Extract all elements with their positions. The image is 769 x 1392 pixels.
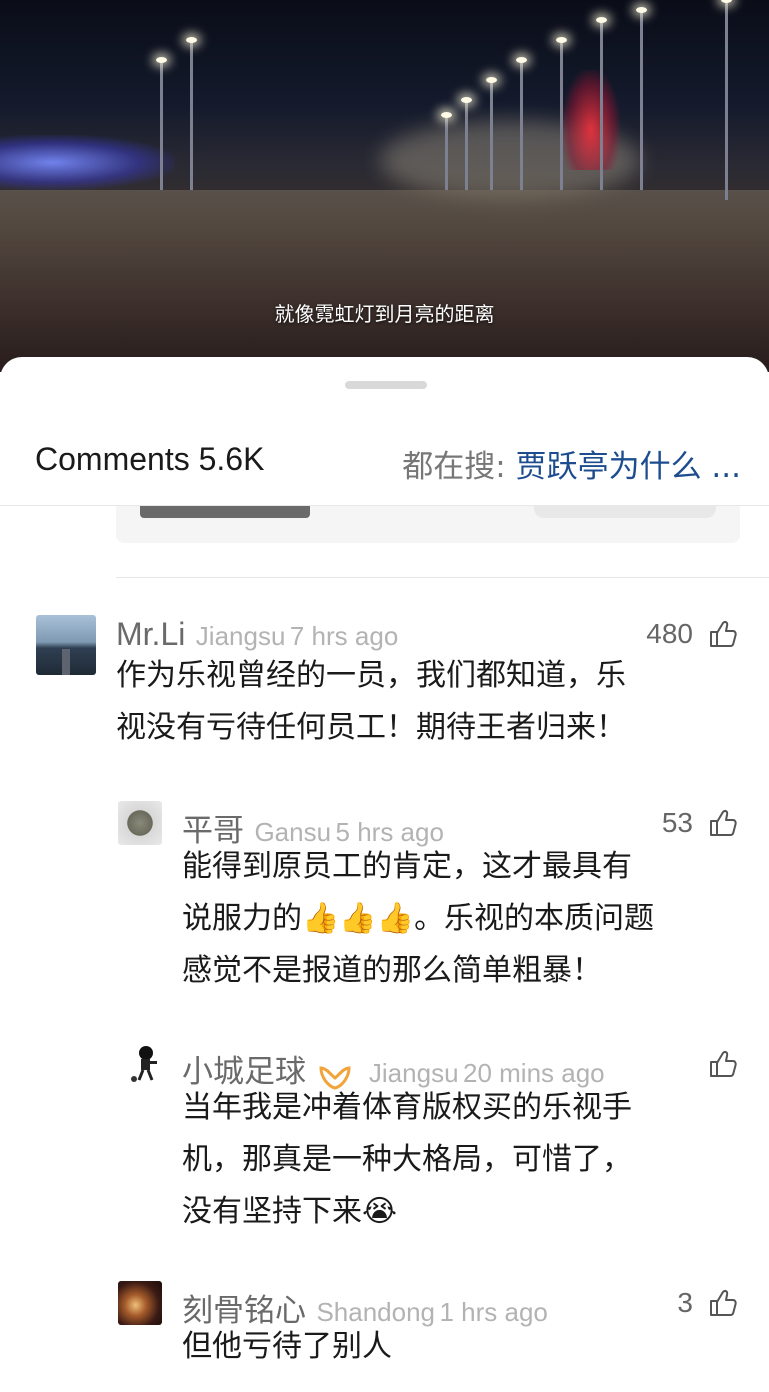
comments-header: Comments 5.6K 都在搜: 贾跃亭为什么 ... (0, 421, 769, 506)
comment-line: 但他亏待了别人 (182, 1329, 392, 1364)
video-player[interactable]: 就像霓虹灯到月亮的距离 (0, 0, 769, 372)
video-subtitle: 就像霓虹灯到月亮的距离 (274, 302, 495, 326)
comment-text: 没有坚持下来 (182, 1194, 362, 1229)
commenter-name[interactable]: Mr.Li (116, 616, 185, 652)
comment-time: 1 hrs ago (439, 1297, 548, 1327)
comment-line: 感觉不是报道的那么简单粗暴！ (182, 953, 602, 988)
street-lamp (636, 7, 647, 190)
like-count: 3 (677, 1287, 693, 1318)
thumbs-up-icon (710, 1051, 737, 1077)
trending-search[interactable]: 都在搜: 贾跃亭为什么 ... (402, 441, 741, 486)
comment-line: 视没有亏待任何员工！期待王者归来！ (116, 710, 626, 745)
like-button[interactable]: 480 (646, 618, 739, 650)
divider (116, 577, 769, 578)
red-tower (562, 70, 620, 170)
like-button[interactable]: 53 (662, 807, 739, 839)
comment-meta: Mr.Li Jiangsu 7 hrs ago (116, 616, 398, 653)
commenter-location: Jiangsu (195, 621, 286, 651)
comments-count: 5.6K (198, 441, 265, 477)
comment-text: 说服力的 (182, 901, 302, 936)
reply-item: 刻骨铭心 Shandong 1 hrs ago 3 但他亏待了别人 (0, 1281, 769, 1391)
avatar[interactable] (36, 615, 96, 675)
comment-line: 没有坚持下来😭 (182, 1186, 632, 1238)
street-lamp (596, 17, 607, 190)
comment-body: 作为乐视曾经的一员，我们都知道，乐 视没有亏待任何员工！期待王者归来！ (116, 650, 626, 754)
like-button[interactable]: 3 (677, 1287, 739, 1319)
search-prefix: 都在搜: (402, 449, 506, 485)
comments-sheet: Comments 5.6K 都在搜: 贾跃亭为什么 ... Mr.Li Jian… (0, 357, 769, 1392)
like-count: 480 (646, 618, 693, 649)
crying-emoji: 😭 (362, 1194, 398, 1229)
thumbs-up-icon (710, 1290, 737, 1316)
street-lamp (486, 77, 497, 190)
street-lamp (156, 57, 167, 190)
comment-line: 当年我是冲着体育版权买的乐视手 (182, 1090, 632, 1125)
comment-line: 机，那真是一种大格局，可惜了， (182, 1142, 632, 1177)
drag-handle[interactable] (345, 381, 427, 389)
reply-body: 能得到原员工的肯定，这才最具有 说服力的👍👍👍。乐视的本质问题 感觉不是报道的那… (182, 841, 654, 997)
street-lamp (556, 37, 567, 190)
avatar[interactable] (118, 1281, 162, 1325)
avatar[interactable] (118, 801, 162, 845)
reply-item: 小城足球 Jiangsu 20 mins ago 当年我是冲着体育版权买的乐视手… (0, 1042, 769, 1252)
thumbs-up-icon (710, 810, 737, 836)
street-lamp (441, 112, 452, 190)
search-term-link[interactable]: 贾跃亭为什么 ... (516, 449, 741, 485)
avatar[interactable] (122, 1042, 166, 1086)
comment-item: Mr.Li Jiangsu 7 hrs ago 480 作为乐视曾经的一员，我们… (0, 612, 769, 772)
like-count: 53 (661, 807, 693, 838)
street-lamp (721, 0, 732, 200)
comment-text: 。乐视的本质问题 (414, 901, 655, 936)
comment-line: 说服力的👍👍👍。乐视的本质问题 (182, 893, 654, 945)
street-lamp (516, 57, 527, 190)
avatar-road (62, 649, 70, 675)
comments-label: Comments (35, 441, 190, 477)
comments-title: Comments 5.6K (35, 441, 264, 478)
plaza-ground (0, 190, 769, 372)
comment-time: 7 hrs ago (289, 621, 399, 651)
comment-line: 能得到原员工的肯定，这才最具有 (182, 849, 632, 884)
reply-body: 当年我是冲着体育版权买的乐视手 机，那真是一种大格局，可惜了， 没有坚持下来😭 (182, 1082, 632, 1238)
like-button[interactable] (693, 1048, 739, 1080)
thumbs-up-emoji: 👍👍👍 (302, 901, 415, 936)
comment-line: 作为乐视曾经的一员，我们都知道，乐 (116, 658, 626, 693)
thumbs-up-icon (710, 621, 737, 647)
reply-body: 但他亏待了别人 (182, 1321, 392, 1373)
reply-item: 平哥 Gansu 5 hrs ago 53 能得到原员工的肯定，这才最具有 说服… (0, 801, 769, 1011)
street-lamp (186, 37, 197, 190)
blue-lit-trees (0, 135, 175, 190)
street-lamp (461, 97, 472, 190)
soccer-player-avatar-icon (122, 1042, 166, 1086)
